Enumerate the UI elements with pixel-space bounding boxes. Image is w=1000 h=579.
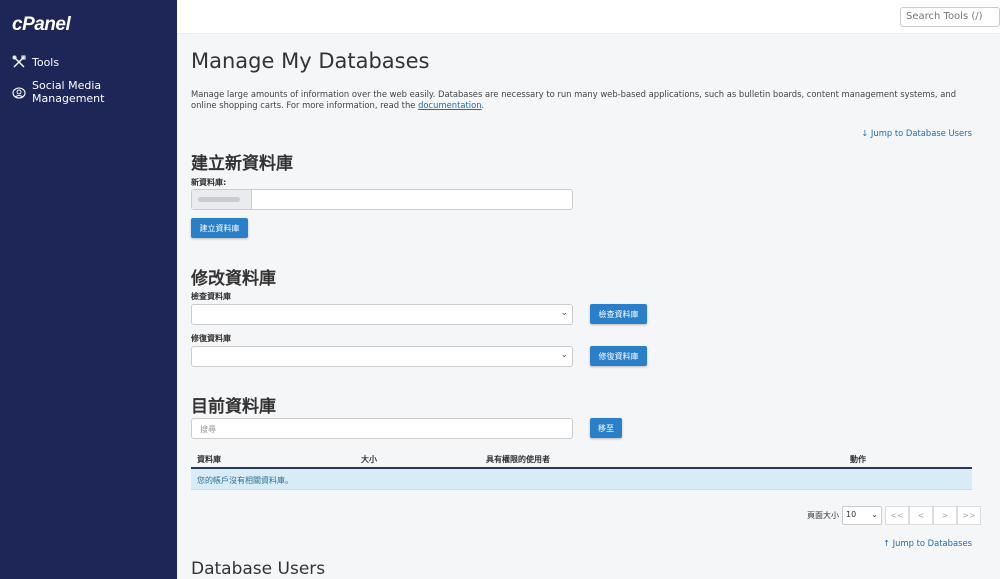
- jump-to-users-link[interactable]: ↓ Jump to Database Users: [861, 128, 972, 138]
- last-page-button[interactable]: >>: [957, 506, 981, 525]
- page-title: Manage My Databases: [191, 49, 430, 73]
- empty-table-row: 您的帳戶沒有相關資料庫。: [191, 469, 972, 490]
- column-header-database[interactable]: 資料庫: [197, 454, 221, 465]
- repair-db-select[interactable]: ⌄: [191, 346, 573, 367]
- topbar: Search Tools (/): [177, 0, 1000, 34]
- table-header: 資料庫 大小 具有權限的使用者 動作: [191, 450, 972, 469]
- sidebar-item-tools[interactable]: Tools: [12, 55, 59, 69]
- current-db-heading: 目前資料庫: [191, 397, 276, 417]
- cpanel-logo[interactable]: cPanel: [12, 14, 71, 36]
- column-header-users[interactable]: 具有權限的使用者: [486, 454, 550, 465]
- check-db-label: 檢查資料庫: [191, 292, 231, 301]
- next-page-button[interactable]: >: [933, 506, 957, 525]
- new-db-input[interactable]: [252, 190, 572, 209]
- modify-db-heading: 修改資料庫: [191, 269, 276, 289]
- column-header-size[interactable]: 大小: [361, 454, 377, 465]
- check-db-select[interactable]: ⌄: [191, 304, 573, 325]
- main-content: Manage My Databases Manage large amounts…: [177, 35, 1000, 579]
- chevron-down-icon: ⌄: [871, 510, 878, 519]
- sidebar-item-label: Social Media Management: [32, 79, 105, 105]
- search-db-input[interactable]: 搜尋: [191, 418, 573, 439]
- create-db-heading: 建立新資料庫: [191, 154, 293, 174]
- tools-icon: [12, 55, 26, 69]
- page-description: Manage large amounts of information over…: [191, 89, 971, 111]
- page-size-label: 頁面大小: [807, 511, 839, 520]
- search-tools-input[interactable]: Search Tools (/): [900, 7, 1000, 27]
- new-db-input-group: [191, 189, 573, 210]
- pagination: 頁面大小 10 ⌄ << < > >>: [807, 506, 981, 525]
- description-end: .: [481, 100, 485, 110]
- social-icon: [12, 85, 26, 99]
- blurred-prefix-text: [198, 197, 240, 202]
- go-button[interactable]: 移至: [590, 418, 622, 438]
- sidebar: cPanel Tools Social Media Management: [0, 0, 177, 579]
- databases-table: 資料庫 大小 具有權限的使用者 動作 您的帳戶沒有相關資料庫。: [191, 450, 972, 490]
- create-db-button[interactable]: 建立資料庫: [191, 218, 248, 238]
- column-header-actions: 動作: [850, 455, 866, 464]
- sidebar-item-label: Tools: [32, 55, 60, 69]
- page-size-select[interactable]: 10 ⌄: [842, 506, 882, 525]
- repair-db-button[interactable]: 修復資料庫: [590, 346, 647, 366]
- prev-page-button[interactable]: <: [909, 506, 933, 525]
- chevron-down-icon: ⌄: [560, 308, 568, 318]
- new-db-label: 新資料庫:: [191, 178, 227, 187]
- chevron-down-icon: ⌄: [560, 350, 568, 360]
- database-users-heading: Database Users: [191, 559, 326, 579]
- db-prefix: [192, 190, 252, 209]
- sidebar-item-social-media[interactable]: Social Media Management: [12, 79, 177, 105]
- page-size-value: 10: [846, 510, 857, 519]
- repair-db-label: 修復資料庫: [191, 334, 231, 343]
- documentation-link[interactable]: documentation: [418, 100, 481, 110]
- first-page-button[interactable]: <<: [885, 506, 909, 525]
- check-db-button[interactable]: 檢查資料庫: [590, 304, 647, 324]
- description-text: Manage large amounts of information over…: [191, 89, 957, 110]
- jump-to-databases-link[interactable]: ↑ Jump to Databases: [883, 538, 972, 548]
